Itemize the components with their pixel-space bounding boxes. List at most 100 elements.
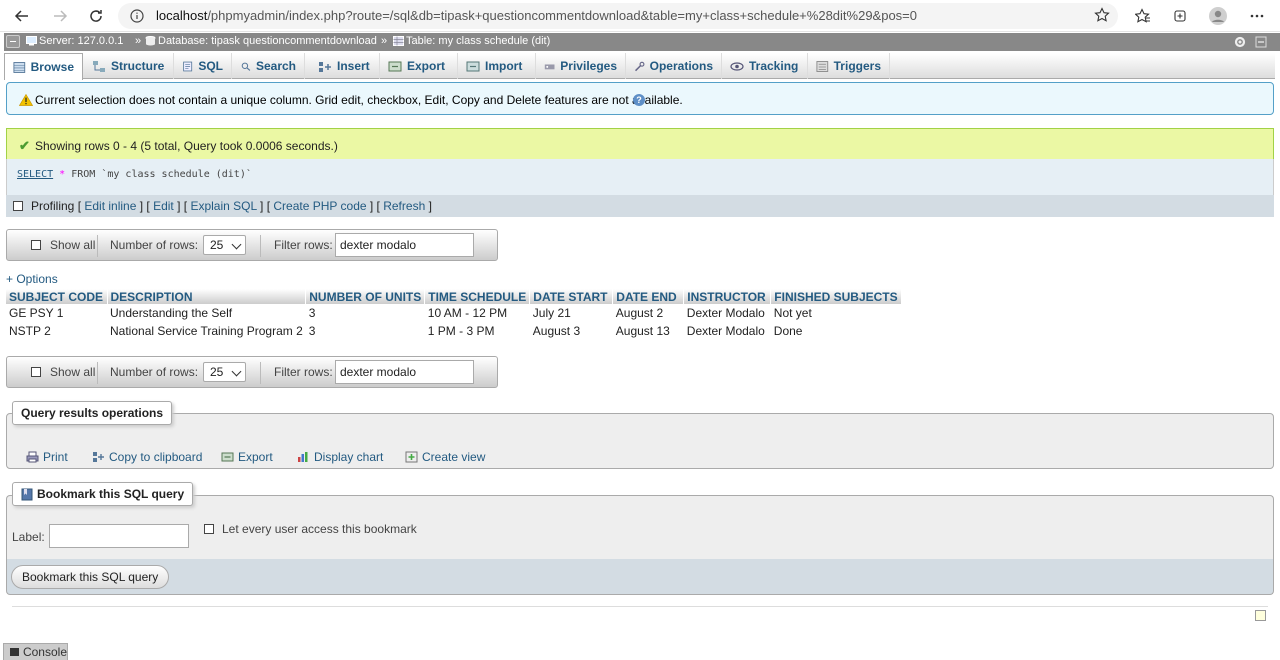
column-header[interactable]: INSTRUCTOR bbox=[683, 289, 772, 304]
bookmark-sql-query-button[interactable]: Bookmark this SQL query bbox=[11, 565, 170, 589]
filter-rows-input[interactable] bbox=[335, 233, 474, 257]
number-of-rows-select[interactable]: 25 bbox=[203, 235, 246, 255]
filter-rows-input[interactable] bbox=[335, 360, 474, 384]
bookmark-label-input[interactable] bbox=[49, 524, 189, 548]
export-link[interactable]: Export bbox=[221, 450, 273, 464]
success-text: Showing rows 0 - 4 (5 total, Query took … bbox=[35, 139, 338, 153]
back-icon[interactable] bbox=[10, 4, 34, 28]
tab-insert[interactable]: Insert bbox=[310, 53, 380, 79]
tab-tracking[interactable]: Tracking bbox=[722, 53, 808, 79]
edit-link[interactable]: Edit bbox=[153, 199, 174, 213]
profiling-checkbox[interactable] bbox=[13, 201, 23, 211]
copy-to-clipboard-link[interactable]: Copy to clipboard bbox=[92, 450, 202, 464]
query-tools-bar: Profiling [ Edit inline ] [ Edit ] [ Exp… bbox=[6, 195, 1274, 217]
edit-inline-link[interactable]: Edit inline bbox=[84, 199, 136, 213]
table-cell: Not yet bbox=[770, 304, 902, 322]
tab-structure[interactable]: Structure bbox=[84, 53, 174, 79]
breadcrumb-server[interactable]: Server: 127.0.0.1 bbox=[26, 35, 123, 47]
show-all-checkbox[interactable] bbox=[31, 367, 41, 377]
create-view-icon bbox=[405, 451, 418, 463]
collapse-top-icon[interactable] bbox=[1254, 35, 1268, 49]
tracking-icon bbox=[730, 61, 744, 71]
table-cell: July 21 bbox=[529, 304, 613, 322]
profile-avatar-icon[interactable] bbox=[1207, 5, 1229, 27]
reload-icon[interactable] bbox=[84, 4, 108, 28]
column-header[interactable]: DATE END bbox=[612, 289, 685, 304]
results-table: SUBJECT CODE DESCRIPTION NUMBER OF UNITS… bbox=[6, 289, 902, 340]
console-icon bbox=[10, 648, 19, 656]
console-tab[interactable]: Console bbox=[3, 643, 68, 660]
breadcrumb-database[interactable]: Database: tipask questioncommentdownload bbox=[145, 35, 377, 47]
number-of-rows-select[interactable]: 25 bbox=[203, 362, 246, 382]
query-results-operations-legend: Query results operations bbox=[12, 401, 173, 425]
more-menu-icon[interactable] bbox=[1246, 5, 1268, 27]
url-text[interactable]: localhost/phpmyadmin/index.php?route=/sq… bbox=[156, 8, 917, 23]
page-related-icon[interactable] bbox=[1255, 610, 1266, 621]
chevron-down-icon bbox=[231, 366, 242, 377]
table-cell: National Service Training Program 2 bbox=[107, 322, 306, 340]
help-icon[interactable]: ? bbox=[633, 94, 645, 106]
show-all-label: Show all bbox=[50, 238, 96, 252]
tab-privileges[interactable]: Privileges bbox=[536, 53, 626, 79]
divider bbox=[260, 362, 261, 384]
column-header[interactable]: FINISHED SUBJECTS bbox=[770, 289, 902, 304]
create-php-code-link[interactable]: Create PHP code bbox=[273, 199, 366, 213]
breadcrumb-table[interactable]: Table: my class schedule (dit) bbox=[393, 35, 550, 47]
refresh-link[interactable]: Refresh bbox=[383, 199, 425, 213]
import-icon bbox=[466, 61, 480, 71]
browse-icon bbox=[13, 61, 26, 73]
database-icon bbox=[145, 36, 156, 46]
favorite-add-icon[interactable] bbox=[1094, 7, 1110, 26]
divider bbox=[12, 606, 1268, 607]
tab-bar: Browse Structure SQL Search Insert Expor… bbox=[4, 53, 1275, 80]
column-header[interactable]: SUBJECT CODE bbox=[6, 289, 108, 304]
column-header[interactable]: TIME SCHEDULE bbox=[424, 289, 531, 304]
table-cell: 1 PM - 3 PM bbox=[424, 322, 530, 340]
address-bar[interactable]: localhost/phpmyadmin/index.php?route=/sq… bbox=[118, 3, 1118, 29]
tab-browse[interactable]: Browse bbox=[4, 53, 83, 80]
sql-icon bbox=[183, 61, 193, 71]
table-cell: 10 AM - 12 PM bbox=[424, 304, 530, 322]
column-header[interactable]: NUMBER OF UNITS bbox=[305, 289, 426, 304]
sql-from: FROM bbox=[71, 169, 96, 180]
triggers-icon bbox=[816, 60, 829, 72]
divider bbox=[97, 362, 98, 384]
print-link[interactable]: Print bbox=[26, 450, 68, 464]
browser-toolbar: localhost/phpmyadmin/index.php?route=/sq… bbox=[0, 0, 1280, 32]
table-row: NSTP 2 National Service Training Program… bbox=[6, 322, 902, 340]
favorites-icon[interactable] bbox=[1132, 5, 1154, 27]
tab-search[interactable]: Search bbox=[233, 53, 305, 79]
table-cell: 3 bbox=[305, 322, 425, 340]
info-icon[interactable] bbox=[130, 9, 144, 23]
create-view-link[interactable]: Create view bbox=[405, 450, 485, 464]
column-header[interactable]: DATE START bbox=[529, 289, 614, 304]
tab-operations[interactable]: Operations bbox=[626, 53, 722, 79]
collapse-navigation-icon[interactable] bbox=[6, 35, 20, 48]
table-cell: NSTP 2 bbox=[6, 322, 107, 340]
display-chart-link[interactable]: Display chart bbox=[297, 450, 383, 464]
tab-triggers[interactable]: Triggers bbox=[808, 53, 890, 79]
sql-star: * bbox=[59, 169, 66, 180]
sql-table-name: `my class schedule (dit)` bbox=[101, 169, 252, 180]
bookmark-fieldset bbox=[6, 495, 1274, 559]
settings-gear-icon[interactable] bbox=[1233, 35, 1247, 49]
server-icon bbox=[26, 36, 37, 46]
show-all-label: Show all bbox=[50, 365, 96, 379]
column-header[interactable]: DESCRIPTION bbox=[107, 289, 307, 304]
show-all-checkbox[interactable] bbox=[31, 240, 41, 250]
chevron-down-icon bbox=[231, 239, 242, 250]
operations-icon bbox=[634, 61, 645, 71]
collections-icon[interactable] bbox=[1169, 5, 1191, 27]
sql-keyword-select[interactable]: SELECT bbox=[17, 169, 53, 180]
warning-icon bbox=[19, 94, 33, 106]
number-of-rows-label: Number of rows: bbox=[110, 365, 199, 379]
tab-sql[interactable]: SQL bbox=[174, 53, 232, 79]
share-bookmark-checkbox[interactable] bbox=[204, 524, 214, 534]
tab-export[interactable]: Export bbox=[380, 53, 458, 79]
table-cell: Done bbox=[770, 322, 902, 340]
forward-icon[interactable] bbox=[48, 4, 72, 28]
explain-sql-link[interactable]: Explain SQL bbox=[190, 199, 256, 213]
options-toggle-link[interactable]: + Options bbox=[6, 272, 58, 286]
tab-import[interactable]: Import bbox=[458, 53, 536, 79]
table-cell: August 3 bbox=[529, 322, 613, 340]
